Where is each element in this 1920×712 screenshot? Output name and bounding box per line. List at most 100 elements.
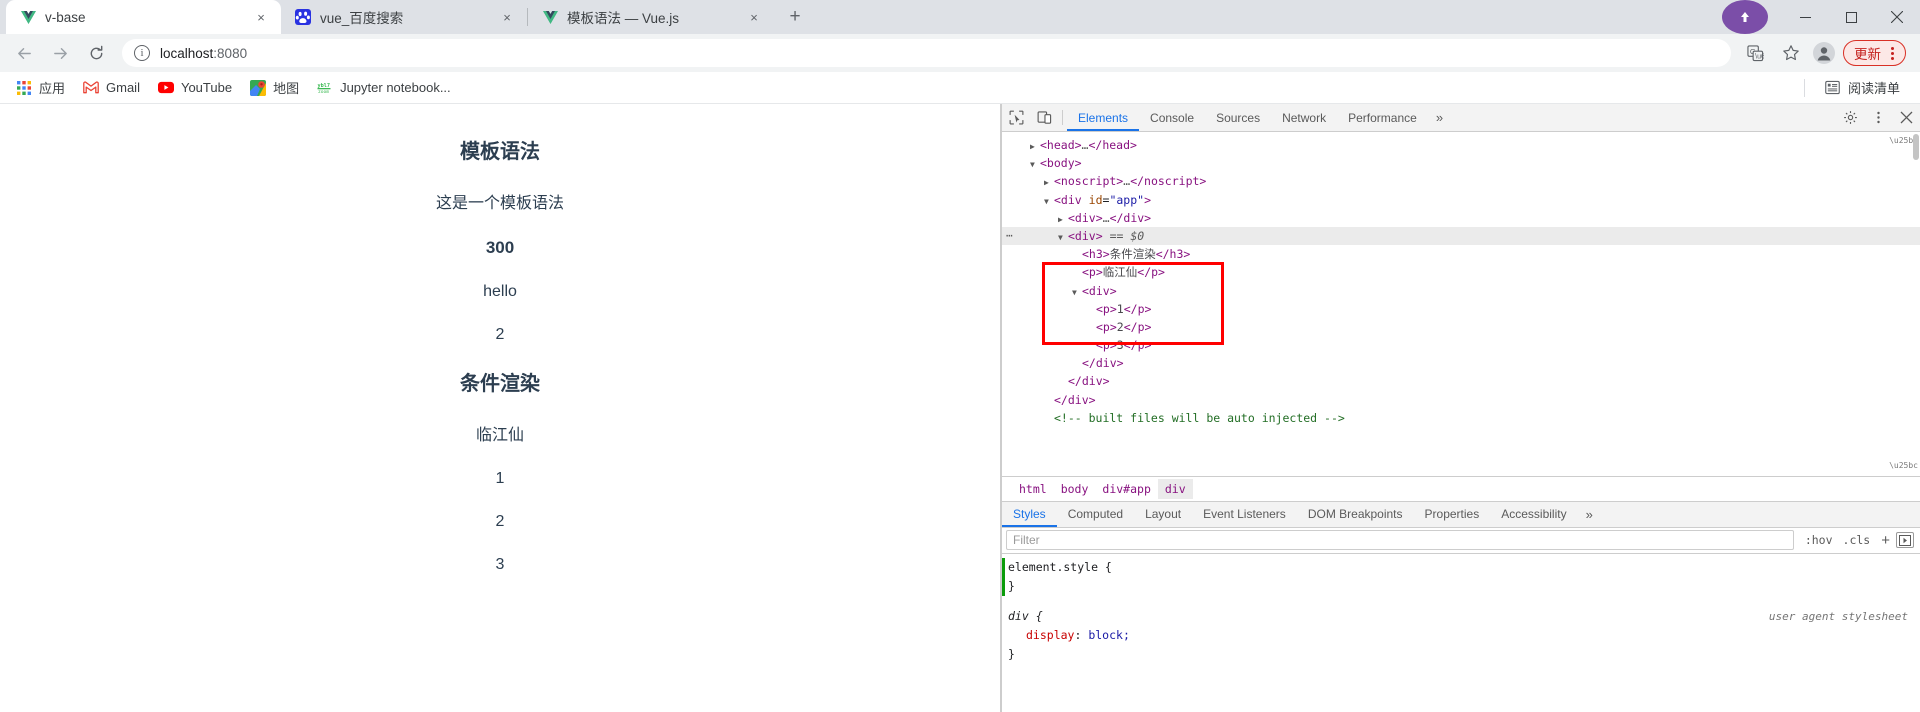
devtools-kebab-menu-icon[interactable] [1864, 104, 1892, 131]
vue-logo-icon [20, 9, 36, 25]
devtools-tab-performance[interactable]: Performance [1337, 104, 1428, 131]
devtools-close-icon[interactable] [1892, 104, 1920, 131]
pane-tab-computed[interactable]: Computed [1057, 502, 1134, 527]
dom-node-6[interactable]: <h3>条件渲染</h3> [1002, 245, 1920, 263]
dom-scroll-down-arrow[interactable]: \u25bc [1889, 457, 1918, 475]
element-style-close: } [1008, 578, 1015, 593]
dom-tree[interactable]: ▶ <head>…</head> ▼ <body> ▶ <noscript>…</nosc… [1002, 132, 1920, 476]
browser-tab-2[interactable]: 模板语法 — Vue.js × [528, 0, 774, 34]
dom-node-11[interactable]: <p>3</p> [1002, 336, 1920, 354]
breadcrumb-item-body[interactable]: body [1054, 479, 1096, 499]
dom-node-0[interactable]: ▶ <head>…</head> [1002, 136, 1920, 154]
tab-close-icon-1[interactable]: × [497, 7, 517, 27]
breadcrumb-item-div-app[interactable]: div#app [1095, 479, 1157, 499]
dom-node-9[interactable]: <p>1</p> [1002, 300, 1920, 318]
devtools-tab-network[interactable]: Network [1271, 104, 1337, 131]
reading-list-button[interactable]: 阅读清单 [1817, 76, 1908, 100]
css-property-value[interactable]: block; [1088, 628, 1130, 642]
bookmark-star-icon[interactable] [1776, 38, 1806, 68]
window-minimize-button[interactable] [1782, 0, 1828, 34]
page-text-5: 临江仙 [475, 427, 524, 444]
styles-sidebar-marker [1002, 557, 1005, 596]
dom-node-14[interactable]: </div> [1002, 391, 1920, 409]
device-toolbar-icon[interactable] [1030, 104, 1058, 131]
hov-toggle-button[interactable]: :hov [1800, 533, 1838, 547]
devtools-overflow-button[interactable]: » [1428, 104, 1451, 131]
bookmark-label-maps: 地图 [273, 81, 300, 96]
tab-close-icon-2[interactable]: × [744, 7, 764, 27]
dom-node-8[interactable]: ▼ <div> [1002, 282, 1920, 300]
site-info-icon[interactable]: i [134, 45, 150, 61]
breadcrumb-item-div[interactable]: div [1157, 478, 1193, 499]
dom-node-15[interactable]: <!-- built files will be auto injected -… [1002, 409, 1920, 427]
pane-tab-properties[interactable]: Properties [1414, 502, 1491, 527]
dom-node-3[interactable]: ▼ <div id="app"> [1002, 191, 1920, 209]
dom-scrollbar-thumb[interactable] [1913, 134, 1919, 160]
address-bar-url: localhost:8080 [160, 46, 1725, 61]
profile-avatar[interactable] [1813, 42, 1835, 64]
browser-tab-0[interactable]: v-base × [6, 0, 281, 34]
pane-tab-accessibility[interactable]: Accessibility [1490, 502, 1577, 527]
pane-overflow-button[interactable]: » [1578, 502, 1601, 527]
page-heading-2: 条件渲染 [460, 373, 540, 395]
bookmark-jupyter[interactable]: ybl7 zoom Jupyter notebook... [309, 76, 459, 100]
bookmark-youtube[interactable]: YouTube [150, 76, 240, 100]
browser-tab-1[interactable]: vue_百度搜索 × [281, 0, 527, 34]
devtools-tab-sources[interactable]: Sources [1205, 104, 1271, 131]
dom-node-5[interactable]: ⋯ ▼ <div> == $0 [1002, 226, 1920, 246]
styles-filter-placeholder: Filter [1013, 533, 1040, 547]
bookmark-label-apps: 应用 [39, 81, 66, 96]
dom-node-toggle-icon[interactable] [1044, 411, 1054, 429]
new-tab-button[interactable]: + [780, 2, 810, 32]
css-property-name[interactable]: display [1008, 628, 1074, 642]
devtools-tab-console[interactable]: Console [1139, 104, 1205, 131]
gear-icon[interactable] [1836, 104, 1864, 131]
browser-tab-title-1: vue_百度搜索 [320, 11, 404, 26]
dom-node-12[interactable]: </div> [1002, 354, 1920, 372]
styles-filter-input[interactable]: Filter [1006, 530, 1794, 550]
styles-rules[interactable]: element.style { } div { user agent style… [1002, 553, 1920, 712]
dom-node-13[interactable]: </div> [1002, 372, 1920, 390]
reading-list-area: 阅读清单 [1803, 76, 1910, 100]
update-button-label: 更新 [1854, 47, 1881, 62]
back-button[interactable] [9, 38, 39, 68]
new-style-rule-button[interactable]: + [1875, 532, 1896, 549]
update-button[interactable]: 更新 [1843, 40, 1906, 66]
forward-button[interactable] [45, 38, 75, 68]
window-maximize-button[interactable] [1828, 0, 1874, 34]
dom-node-4[interactable]: ▶ <div>…</div> [1002, 209, 1920, 227]
rule-origin-label: user agent stylesheet [1768, 609, 1908, 623]
bookmark-gmail[interactable]: Gmail [75, 76, 148, 100]
dom-node-2[interactable]: ▶ <noscript>…</noscript> [1002, 172, 1920, 190]
page-text-8: 3 [495, 556, 505, 573]
bookmark-maps[interactable]: 地图 [242, 76, 307, 100]
pane-tab-event-listeners[interactable]: Event Listeners [1192, 502, 1297, 527]
window-close-button[interactable] [1874, 0, 1920, 34]
devtools-tab-elements[interactable]: Elements [1067, 104, 1140, 131]
bookmark-label-youtube: YouTube [180, 80, 233, 95]
div-rule-header[interactable]: div { user agent stylesheet [1008, 607, 1920, 626]
dom-node-10[interactable]: <p>2</p> [1002, 318, 1920, 336]
pane-tab-layout[interactable]: Layout [1134, 502, 1192, 527]
chrome-menu-icon[interactable] [1883, 44, 1901, 62]
address-bar[interactable]: i localhost:8080 [122, 39, 1731, 67]
reload-button[interactable] [81, 38, 111, 68]
element-style-rule[interactable]: element.style { [1008, 558, 1920, 577]
tab-close-icon-0[interactable]: × [251, 7, 271, 27]
page-text-1: 这是一个模板语法 [435, 195, 564, 212]
dom-node-1[interactable]: ▼ <body> [1002, 154, 1920, 172]
dom-node-7[interactable]: <p>临江仙</p> [1002, 263, 1920, 281]
pane-tab-styles[interactable]: Styles [1002, 502, 1057, 527]
translate-icon[interactable]: G\u6587 [1740, 38, 1770, 68]
url-host: localhost [160, 45, 214, 61]
breadcrumb-item-html[interactable]: html [1012, 479, 1054, 499]
inspect-element-icon[interactable] [1002, 104, 1030, 131]
update-indicator-icon[interactable] [1722, 0, 1768, 34]
reading-list-icon [1825, 80, 1841, 96]
element-state-toggle-icon[interactable] [1896, 532, 1914, 548]
dom-node-menu-icon[interactable]: ⋯ [1006, 227, 1013, 245]
div-rule-declaration[interactable]: display: block; [1008, 626, 1920, 645]
pane-tab-dom-breakpoints[interactable]: DOM Breakpoints [1297, 502, 1414, 527]
cls-toggle-button[interactable]: .cls [1838, 533, 1876, 547]
bookmark-apps[interactable]: 应用 [8, 76, 73, 100]
